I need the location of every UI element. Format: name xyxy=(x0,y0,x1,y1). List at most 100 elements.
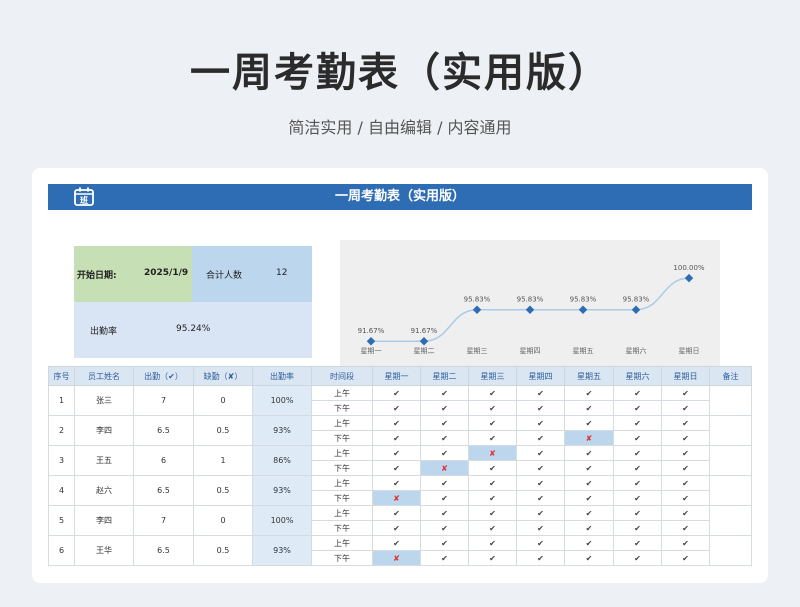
present-mark-cell[interactable]: ✔ xyxy=(372,385,421,401)
present-mark-cell[interactable]: ✔ xyxy=(468,400,517,416)
headcount-cell[interactable]: 合计人数 12 xyxy=(192,246,312,302)
present-mark-cell[interactable]: ✔ xyxy=(372,430,421,446)
present-mark-cell[interactable]: ✔ xyxy=(613,445,662,461)
present-mark-cell[interactable]: ✔ xyxy=(516,505,565,521)
present-mark-cell[interactable]: ✔ xyxy=(564,520,614,536)
period-pm-cell[interactable]: 下午 xyxy=(311,460,373,476)
present-mark-cell[interactable]: ✔ xyxy=(372,505,421,521)
column-header[interactable]: 员工姓名 xyxy=(74,366,134,386)
present-mark-cell[interactable]: ✔ xyxy=(420,415,469,431)
present-mark-cell[interactable]: ✔ xyxy=(468,430,517,446)
present-mark-cell[interactable]: ✔ xyxy=(661,385,710,401)
row-number-cell[interactable]: 5 xyxy=(48,505,75,536)
present-mark-cell[interactable]: ✔ xyxy=(468,520,517,536)
present-mark-cell[interactable]: ✔ xyxy=(564,400,614,416)
present-mark-cell[interactable]: ✔ xyxy=(564,385,614,401)
present-mark-cell[interactable]: ✔ xyxy=(613,490,662,506)
absent-mark-cell[interactable]: ✘ xyxy=(372,490,421,506)
present-mark-cell[interactable]: ✔ xyxy=(516,415,565,431)
present-mark-cell[interactable]: ✔ xyxy=(372,475,421,491)
present-mark-cell[interactable]: ✔ xyxy=(516,550,565,566)
present-mark-cell[interactable]: ✔ xyxy=(661,490,710,506)
column-header[interactable]: 时间段 xyxy=(311,366,373,386)
attendance-rate-cell[interactable]: 出勤率 95.24% xyxy=(74,302,312,358)
absent-count-cell[interactable]: 0.5 xyxy=(193,415,253,446)
present-mark-cell[interactable]: ✔ xyxy=(661,400,710,416)
present-mark-cell[interactable]: ✔ xyxy=(516,445,565,461)
present-mark-cell[interactable]: ✔ xyxy=(372,460,421,476)
period-am-cell[interactable]: 上午 xyxy=(311,505,373,521)
period-am-cell[interactable]: 上午 xyxy=(311,445,373,461)
present-mark-cell[interactable]: ✔ xyxy=(564,550,614,566)
present-mark-cell[interactable]: ✔ xyxy=(564,505,614,521)
employee-name-cell[interactable]: 赵六 xyxy=(74,475,134,506)
present-mark-cell[interactable]: ✔ xyxy=(564,460,614,476)
present-mark-cell[interactable]: ✔ xyxy=(661,475,710,491)
present-count-cell[interactable]: 6.5 xyxy=(133,535,194,566)
present-mark-cell[interactable]: ✔ xyxy=(372,445,421,461)
attendance-rate-cell[interactable]: 93% xyxy=(252,535,312,566)
absent-count-cell[interactable]: 0 xyxy=(193,505,253,536)
column-header[interactable]: 出勤（✔） xyxy=(133,366,194,386)
column-header[interactable]: 星期三 xyxy=(468,366,517,386)
present-count-cell[interactable]: 6.5 xyxy=(133,475,194,506)
present-mark-cell[interactable]: ✔ xyxy=(468,385,517,401)
present-count-cell[interactable]: 6 xyxy=(133,445,194,476)
row-number-cell[interactable]: 4 xyxy=(48,475,75,506)
note-cell[interactable] xyxy=(709,415,752,446)
present-mark-cell[interactable]: ✔ xyxy=(516,475,565,491)
absent-mark-cell[interactable]: ✘ xyxy=(468,445,517,461)
present-mark-cell[interactable]: ✔ xyxy=(516,535,565,551)
present-mark-cell[interactable]: ✔ xyxy=(613,430,662,446)
present-mark-cell[interactable]: ✔ xyxy=(661,550,710,566)
present-mark-cell[interactable]: ✔ xyxy=(564,490,614,506)
present-mark-cell[interactable]: ✔ xyxy=(613,550,662,566)
row-number-cell[interactable]: 6 xyxy=(48,535,75,566)
column-header[interactable]: 序号 xyxy=(48,366,75,386)
row-number-cell[interactable]: 3 xyxy=(48,445,75,476)
absent-count-cell[interactable]: 1 xyxy=(193,445,253,476)
present-mark-cell[interactable]: ✔ xyxy=(420,550,469,566)
attendance-rate-cell[interactable]: 100% xyxy=(252,385,312,416)
present-mark-cell[interactable]: ✔ xyxy=(661,505,710,521)
present-mark-cell[interactable]: ✔ xyxy=(613,400,662,416)
note-cell[interactable] xyxy=(709,475,752,506)
present-mark-cell[interactable]: ✔ xyxy=(516,400,565,416)
present-mark-cell[interactable]: ✔ xyxy=(420,490,469,506)
absent-mark-cell[interactable]: ✘ xyxy=(420,460,469,476)
present-mark-cell[interactable]: ✔ xyxy=(420,430,469,446)
present-mark-cell[interactable]: ✔ xyxy=(468,415,517,431)
employee-name-cell[interactable]: 王五 xyxy=(74,445,134,476)
present-mark-cell[interactable]: ✔ xyxy=(420,445,469,461)
column-header[interactable]: 备注 xyxy=(709,366,752,386)
row-number-cell[interactable]: 1 xyxy=(48,385,75,416)
period-pm-cell[interactable]: 下午 xyxy=(311,430,373,446)
present-mark-cell[interactable]: ✔ xyxy=(661,415,710,431)
present-mark-cell[interactable]: ✔ xyxy=(613,460,662,476)
present-mark-cell[interactable]: ✔ xyxy=(372,535,421,551)
present-mark-cell[interactable]: ✔ xyxy=(613,385,662,401)
present-mark-cell[interactable]: ✔ xyxy=(613,535,662,551)
column-header[interactable]: 星期一 xyxy=(372,366,421,386)
present-mark-cell[interactable]: ✔ xyxy=(516,460,565,476)
row-number-cell[interactable]: 2 xyxy=(48,415,75,446)
note-cell[interactable] xyxy=(709,445,752,476)
column-header[interactable]: 缺勤（✘） xyxy=(193,366,253,386)
period-am-cell[interactable]: 上午 xyxy=(311,385,373,401)
present-mark-cell[interactable]: ✔ xyxy=(420,385,469,401)
present-count-cell[interactable]: 7 xyxy=(133,505,194,536)
present-mark-cell[interactable]: ✔ xyxy=(468,550,517,566)
attendance-rate-cell[interactable]: 93% xyxy=(252,415,312,446)
start-date-cell[interactable]: 开始日期: 2025/1/9 xyxy=(74,246,192,302)
period-pm-cell[interactable]: 下午 xyxy=(311,400,373,416)
column-header[interactable]: 星期日 xyxy=(661,366,710,386)
present-count-cell[interactable]: 7 xyxy=(133,385,194,416)
period-pm-cell[interactable]: 下午 xyxy=(311,490,373,506)
present-mark-cell[interactable]: ✔ xyxy=(372,415,421,431)
column-header[interactable]: 星期五 xyxy=(564,366,614,386)
present-mark-cell[interactable]: ✔ xyxy=(420,520,469,536)
note-cell[interactable] xyxy=(709,385,752,416)
present-mark-cell[interactable]: ✔ xyxy=(564,475,614,491)
absent-mark-cell[interactable]: ✘ xyxy=(564,430,614,446)
present-mark-cell[interactable]: ✔ xyxy=(613,505,662,521)
